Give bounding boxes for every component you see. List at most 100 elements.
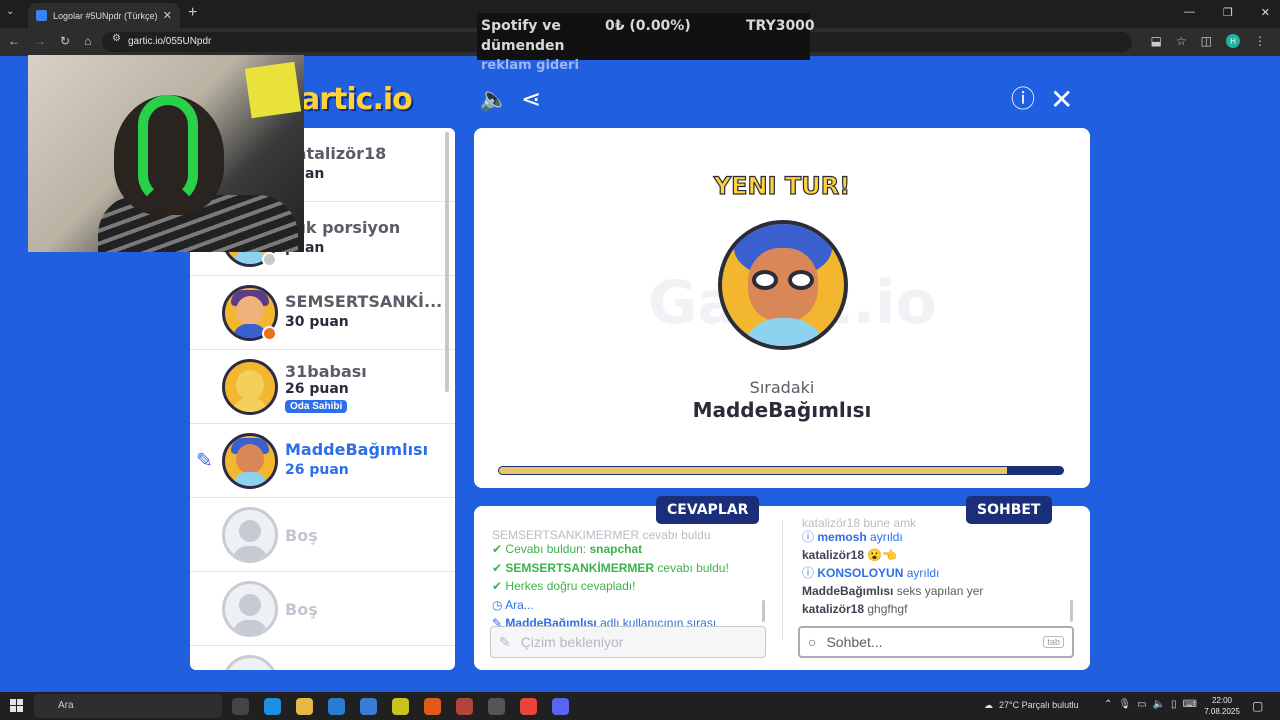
battery-icon[interactable]: ▯ [1171,699,1177,710]
player-name: SEMSERTSANKİ... [285,292,443,311]
site-info-icon[interactable]: ⚙ [112,33,121,44]
answer-input[interactable]: ✎ Çizim bekleniyor [490,626,766,658]
player-name: Boş [285,600,318,619]
discord-icon[interactable] [552,698,569,715]
ticker-item-2: 0₺ (0.00%) [605,18,691,34]
ticker-item-1c: reklam gideri [481,58,579,73]
chat-log: katalizör18 bune amk ⓘ memosh ayrıldı ka… [802,518,1072,618]
bottom-panel: CEVAPLAR SOHBET SEMSERTSANKİMERMER cevab… [474,496,1090,670]
reload-icon[interactable]: ↻ [60,34,70,48]
player-score: 26 puan [285,462,349,478]
player-row: SEMSERTSANKİ... 30 puan [190,276,455,350]
start-icon[interactable] [10,699,23,712]
file-explorer-icon[interactable] [296,698,313,715]
menu-icon[interactable]: ⋮ [1254,34,1266,48]
chat-line: katalizör18 😮👈 [802,548,898,562]
edge-icon[interactable] [264,698,281,715]
clock-icon: ◷ [492,597,503,612]
minimize-icon[interactable]: — [1184,6,1195,19]
task-view-icon[interactable] [232,698,249,715]
tab-title: Logolar #5UNpdr (Türkçe) - Ga [53,10,157,21]
answer-line: ◷ Ara... [492,597,534,612]
chevron-up-icon[interactable]: ⌃ [1104,699,1112,710]
chrome-icon[interactable] [520,698,537,715]
home-icon[interactable]: ⌂ [84,34,91,48]
install-icon[interactable]: ⬓ [1151,34,1162,48]
answers-tab[interactable]: CEVAPLAR [656,496,760,524]
player-row-current: ✎ MaddeBağımlısı 26 puan [190,424,455,498]
store-icon[interactable] [360,698,377,715]
brave-icon[interactable] [424,698,441,715]
back-icon[interactable]: ← [8,34,20,48]
app-icon[interactable] [456,698,473,715]
share-icon[interactable]: ⋖ [521,88,541,112]
chat-placeholder: Sohbet... [826,634,883,650]
player-name: Boş [285,526,318,545]
avatar [222,433,278,489]
round-card: Gartic.io YENI TUR! Sıradaki MaddeBağıml… [474,128,1090,488]
obs-icon[interactable] [488,698,505,715]
gartic-logo[interactable]: artic.io [300,82,413,117]
pencil-icon: ✎ [499,633,511,650]
divider [782,520,783,640]
clock[interactable]: 22:00 7.08.2025 [1200,695,1244,717]
profile-avatar[interactable]: H [1226,34,1240,48]
info-icon: ⓘ [802,530,815,544]
empty-slot: Boş [190,572,455,646]
chat-line: ⓘ KONSOLOYUN ayrıldı [802,566,940,580]
extensions-icon[interactable]: ◫ [1201,34,1212,48]
progress-fill [499,467,1007,474]
player-score: 30 puan [285,314,349,330]
players-scrollbar[interactable] [445,132,449,392]
outlook-icon[interactable] [328,698,345,715]
volume-icon[interactable]: 🔈 [1153,699,1165,710]
chat-line: MaddeBağımlısı seks yapılan yer [802,584,984,598]
date: 7.08.2025 [1204,707,1240,716]
windows-taskbar: ⌕ Ara ☁27°C Parçalı bulutlu ⌃ 🎙 ▭ 🔈 ▯ ⌨ … [0,692,1280,720]
notification-icon[interactable]: ▢ [1252,699,1263,713]
player-name: cuk porsiyon [285,218,401,237]
ticker-item-3: TRY3000 [746,18,815,34]
keyboard-icon[interactable]: ⌨ [1183,699,1197,710]
next-player-avatar [718,220,848,350]
pencil-icon: ✎ [196,450,213,472]
close-game-icon[interactable]: ✕ [1050,86,1073,114]
close-icon[interactable]: ✕ [163,9,172,22]
cloud-icon: ☁ [984,700,993,710]
mic-icon[interactable]: 🎙 [1118,699,1131,710]
restore-icon[interactable]: ❐ [1223,6,1233,19]
star-icon[interactable]: ☆ [1176,34,1187,48]
answers-scrollbar[interactable] [762,600,765,622]
search-icon: ○ [808,634,817,650]
tab-key-hint: tab [1043,636,1064,648]
forward-icon[interactable]: → [34,34,46,48]
empty-slot [190,646,455,670]
check-icon: ✔ [492,542,503,556]
window-close-icon[interactable]: ✕ [1261,6,1270,19]
network-icon[interactable]: ▭ [1137,699,1146,710]
status-dot [262,252,277,267]
sound-icon[interactable]: 🔈 [479,88,509,112]
weather-widget[interactable]: ☁ 27°C Parçalı bulutlu [984,700,1079,711]
new-tab-icon[interactable]: + [188,4,197,22]
window-controls: — ❐ ✕ [1184,6,1270,19]
chat-scrollbar[interactable] [1070,600,1073,622]
answer-placeholder: Çizim bekleniyor [520,634,624,650]
system-tray: ⌃ 🎙 ▭ 🔈 ▯ ⌨ [1104,699,1197,710]
browser-tab[interactable]: Logolar #5UNpdr (Türkçe) - Ga ✕ [28,3,180,28]
taskbar-search[interactable]: Ara [34,694,222,718]
fireworks-icon[interactable] [392,698,409,715]
chat-line: ⓘ memosh ayrıldı [802,530,903,544]
owner-badge: Oda Sahibi [285,400,348,413]
chat-input[interactable]: ○ Sohbet... tab [798,626,1074,658]
tab-search-icon[interactable]: ⌄ [6,6,14,17]
player-name: katalizör18 [285,144,387,163]
new-round-banner: YENI TUR! [713,171,851,200]
next-label: Sıradaki [749,378,815,397]
info-icon[interactable]: ⓘ [1011,88,1035,112]
info-icon: ⓘ [802,566,815,580]
stream-ticker: Spotify ve dümenden 0₺ (0.00%) TRY3000 [477,13,815,60]
webcam-overlay [28,55,304,252]
ticker-item-1b: dümenden [481,38,565,54]
check-icon: ✔ [492,560,503,575]
